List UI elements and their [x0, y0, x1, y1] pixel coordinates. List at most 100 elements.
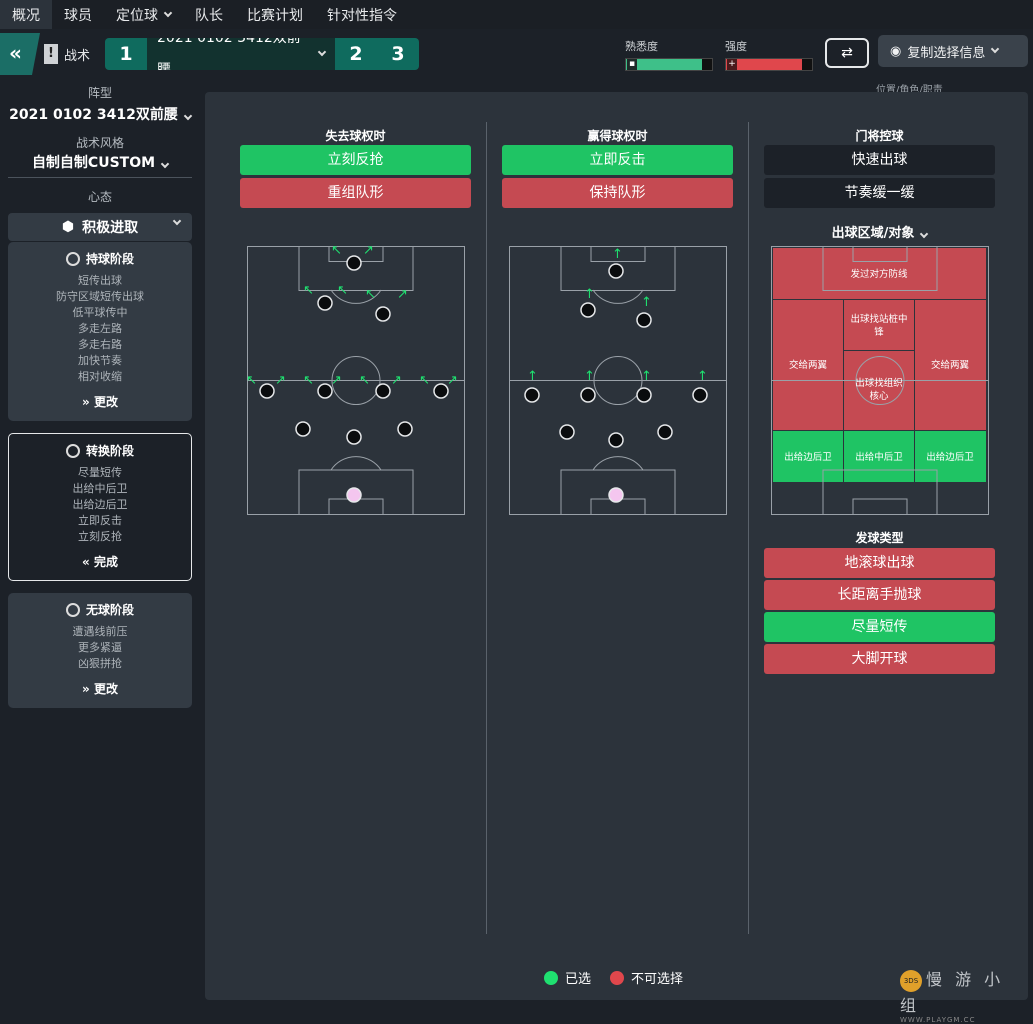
svg-text:↖: ↖	[365, 287, 376, 302]
svg-text:↑: ↑	[527, 369, 538, 384]
nav-players[interactable]: 球员	[52, 0, 104, 29]
copy-selection-button[interactable]: ◉ 复制选择信息	[878, 35, 1028, 67]
svg-text:↑: ↑	[584, 369, 595, 384]
chevrons-icon: »	[82, 682, 94, 696]
phase-title: 持球阶段	[85, 252, 134, 266]
tab-tactic-2[interactable]: 2	[335, 38, 377, 70]
tab-tactic-3[interactable]: 3	[377, 38, 419, 70]
svg-text:↑: ↑	[641, 369, 652, 384]
lost-possession-title: 失去球权时	[325, 129, 386, 143]
regroup-button[interactable]: 重组队形	[240, 178, 471, 208]
formation-label: 阵型	[87, 86, 112, 100]
nav-match-plan[interactable]: 比赛计划	[235, 0, 315, 29]
phase-item: 短传出球	[78, 274, 122, 287]
legend-unavailable: 不可选择	[610, 968, 683, 987]
phase-title: 转换阶段	[85, 444, 134, 458]
svg-text:↗: ↗	[447, 373, 458, 388]
transition-icon	[65, 443, 80, 458]
intensity-fill	[726, 59, 802, 70]
goal-kick-button[interactable]: 大脚开球	[764, 644, 995, 674]
tactic-name-dropdown[interactable]: 2021 0102 3412双前腰	[147, 38, 335, 70]
change-button[interactable]: » 更改	[8, 393, 192, 410]
collapse-sidebar-button[interactable]: «	[0, 33, 40, 75]
counter-button[interactable]: 立即反击	[502, 145, 733, 175]
swap-button[interactable]: ⇄	[825, 38, 869, 68]
zone-label: 出给边后卫	[784, 451, 832, 463]
phase-item: 多走右路	[78, 338, 122, 351]
phase-item: 防守区域短传出球	[56, 290, 144, 303]
style-value: 自制自制CUSTOM	[31, 155, 156, 171]
phase-item: 低平球传中	[72, 306, 128, 319]
svg-text:↖: ↖	[247, 373, 257, 388]
defense-icon	[65, 602, 80, 617]
nav-opposition-instructions[interactable]: 针对性指令	[315, 0, 409, 29]
formation-dropdown[interactable]: 2021 0102 3412双前腰	[0, 104, 200, 124]
lost-possession-pitch: ↖ ↗ ↖ ↖ ↖ ↗ ↖ ↗ ↖ ↗ ↖ ↗ ↖ ↗	[247, 246, 465, 515]
phase-item: 立即反击	[78, 514, 122, 527]
ball-icon	[65, 251, 80, 266]
tab-tactic-1[interactable]: 1	[105, 38, 147, 70]
svg-text:↗: ↗	[363, 246, 374, 258]
legend-unavailable-label: 不可选择	[631, 972, 684, 987]
long-throw-button[interactable]: 长距离手抛球	[764, 580, 995, 610]
svg-text:↗: ↗	[391, 373, 402, 388]
roll-out-button[interactable]: 地滚球出球	[764, 548, 995, 578]
distribution-area-title: 出球区域/对象	[831, 226, 915, 241]
svg-text:↑: ↑	[641, 295, 652, 310]
mentality-dropdown[interactable]: ⬢ 积极进取	[8, 213, 192, 241]
svg-text:↑: ↑	[612, 247, 623, 262]
chevrons-icon: «	[82, 555, 94, 569]
unavailable-dot-icon	[610, 970, 624, 985]
intensity-icon: +	[727, 59, 737, 70]
slow-pace-button[interactable]: 节奏缓一缓	[764, 178, 995, 208]
phase-item: 立刻反抢	[78, 530, 122, 543]
phase-out-of-possession: 无球阶段 遭遇线前压 更多紧逼 凶狠拼抢 » 更改	[8, 593, 192, 708]
counter-press-button[interactable]: 立刻反抢	[240, 145, 471, 175]
change-button[interactable]: » 更改	[8, 680, 192, 697]
intensity-label: 强度	[725, 40, 747, 53]
chevron-down-icon	[991, 44, 1000, 54]
nav-overview[interactable]: 概况	[0, 0, 52, 29]
chevron-down-icon	[163, 8, 173, 17]
chevrons-icon: »	[82, 395, 94, 409]
watermark-url: WWW.PLAYGM.CC	[900, 1015, 976, 1024]
svg-text:↖: ↖	[337, 283, 348, 298]
distribution-area-pitch: 发过对方防线 出球找站桩中 锋 出球找组织 核心 交给两翼 交给两翼 出给边后卫…	[771, 246, 989, 515]
intensity-meter[interactable]: 强度 +	[725, 38, 813, 71]
tactics-warning-button[interactable]: ! 战术	[44, 37, 90, 71]
zone-label: 出给中后卫	[855, 451, 903, 463]
svg-text:↖: ↖	[303, 283, 314, 298]
column-divider	[486, 122, 487, 934]
phase-item: 出给边后卫	[72, 498, 128, 511]
svg-text:↑: ↑	[697, 369, 708, 384]
familiarity-meter[interactable]: 熟悉度 ▪	[625, 38, 713, 71]
phase-transition: 转换阶段 尽量短传 出给中后卫 出给边后卫 立即反击 立刻反抢 « 完成	[8, 433, 192, 581]
zone-target-man[interactable]	[844, 300, 914, 350]
short-distribution-button[interactable]: 尽量短传	[764, 612, 995, 642]
zone-label: 交给两翼	[931, 359, 970, 371]
change-label: 更改	[93, 395, 118, 409]
shield-icon: ⬢	[61, 219, 75, 235]
nav-set-pieces-label: 定位球	[116, 7, 158, 24]
svg-text:↗: ↗	[331, 373, 342, 388]
won-possession-pitch: ↑ ↑ ↑ ↑ ↑ ↑ ↑	[509, 246, 727, 515]
intensity-bar: +	[725, 58, 813, 71]
tactics-bar: « ! 战术 1 2021 0102 3412双前腰 2 3 熟悉度 ▪ 强度 …	[0, 33, 1033, 96]
style-dropdown[interactable]: 自制自制CUSTOM	[8, 152, 192, 178]
copy-selection-label: 复制选择信息	[907, 45, 986, 61]
distribution-area-dropdown[interactable]: 出球区域/对象	[764, 222, 995, 241]
swap-icon: ⇄	[841, 45, 853, 61]
hold-shape-button[interactable]: 保持队形	[502, 178, 733, 208]
quick-distribution-button[interactable]: 快速出球	[764, 145, 995, 175]
nav-set-pieces[interactable]: 定位球	[104, 0, 183, 29]
done-button[interactable]: « 完成	[9, 553, 191, 570]
chevron-down-icon	[183, 111, 193, 121]
warning-icon: !	[44, 44, 58, 64]
won-possession-title: 赢得球权时	[587, 129, 648, 143]
tactics-label: 战术	[64, 48, 91, 64]
style-label: 战术风格	[75, 136, 124, 150]
nav-captains[interactable]: 队长	[183, 0, 235, 29]
zone-label: 出给边后卫	[926, 451, 974, 463]
zone-label: 核心	[869, 390, 889, 402]
legend-selected-label: 已选	[565, 972, 592, 987]
